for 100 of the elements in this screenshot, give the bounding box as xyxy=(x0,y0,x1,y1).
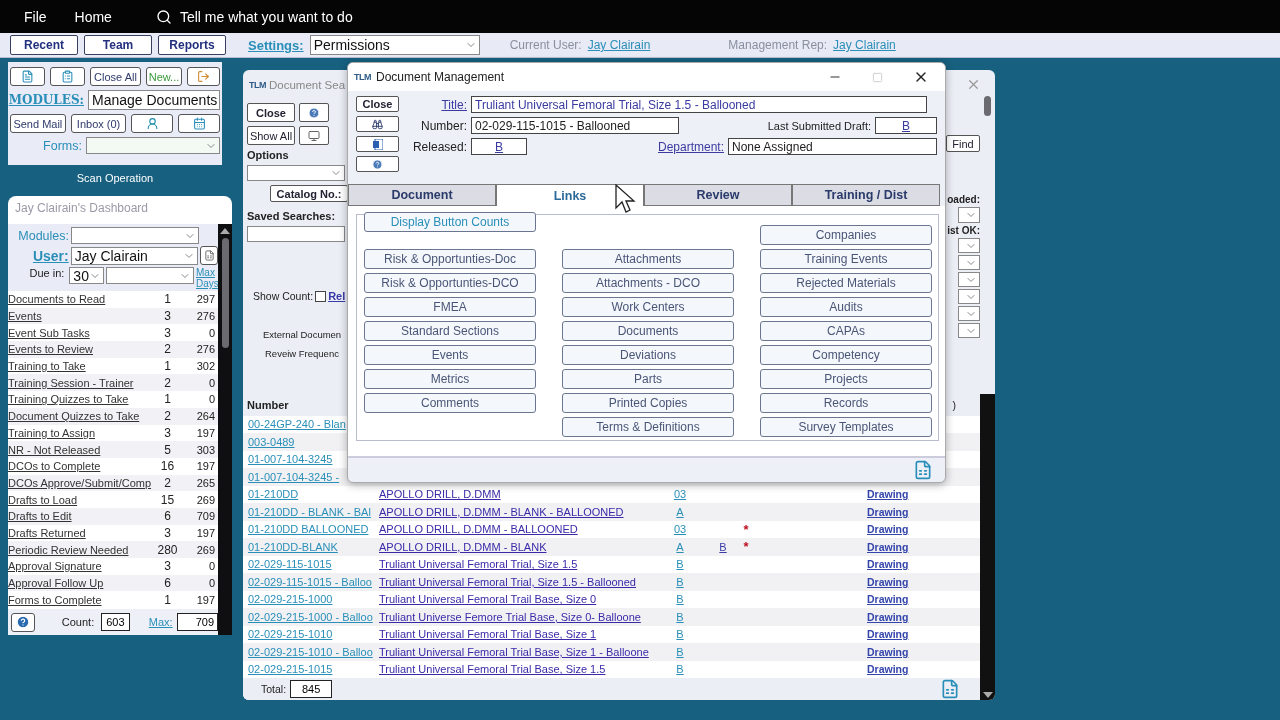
drawing-link[interactable]: Drawing xyxy=(867,663,980,676)
options-select[interactable] xyxy=(247,165,345,182)
dashboard-link[interactable]: Documents to Read xyxy=(8,293,156,306)
filter-select[interactable] xyxy=(958,306,980,322)
link-button[interactable]: Documents xyxy=(562,321,734,341)
revision-link[interactable]: B xyxy=(669,593,691,606)
link-button[interactable]: Attachments xyxy=(562,249,734,269)
saved-search-field[interactable] xyxy=(247,226,345,243)
drawing-link[interactable]: Drawing xyxy=(867,645,980,658)
link-button[interactable]: Risk & Opportunties-DCO xyxy=(364,273,536,293)
scroll-thumb[interactable] xyxy=(984,95,991,116)
title-field[interactable]: Truliant Universal Femoral Trial, Size 1.5 - Ballooned xyxy=(471,96,927,113)
number-link[interactable]: 02-029-215-1010 xyxy=(248,628,379,641)
close-button[interactable]: Close xyxy=(356,96,399,112)
calendar-button[interactable] xyxy=(178,114,220,133)
screen-button[interactable] xyxy=(299,126,329,146)
link-button[interactable]: CAPAs xyxy=(760,321,932,341)
title-link[interactable]: Title: xyxy=(409,97,467,112)
help-button[interactable] xyxy=(299,103,329,123)
filter-select[interactable] xyxy=(958,255,980,271)
link-button[interactable]: FMEA xyxy=(364,297,536,317)
link-button[interactable]: Records xyxy=(760,393,932,413)
drawing-link[interactable]: Drawing xyxy=(867,505,980,518)
show-count-checkbox[interactable] xyxy=(315,290,327,302)
filter-select[interactable] xyxy=(958,323,980,339)
nav-button[interactable]: Team xyxy=(84,35,152,55)
close-all-button[interactable]: Close All xyxy=(90,67,141,86)
dashboard-link[interactable]: Drafts to Edit xyxy=(8,510,156,523)
modules-select[interactable]: Manage Documents xyxy=(88,90,220,110)
dashboard-link[interactable]: Events xyxy=(8,310,156,323)
catalog-column-button[interactable]: Catalog No.: xyxy=(270,185,348,203)
link-button[interactable]: Risk & Opportunties-Doc xyxy=(364,249,536,269)
number-link[interactable]: 01-210DD xyxy=(248,488,379,501)
dashboard-link[interactable]: DCOs Approve/Submit/Comp xyxy=(8,476,156,489)
loaded-select[interactable] xyxy=(958,207,980,224)
drawing-link[interactable]: Drawing xyxy=(867,628,980,641)
tell-me-text[interactable]: Tell me what you want to do xyxy=(179,8,353,25)
link-button[interactable]: Comments xyxy=(364,393,536,413)
link-button[interactable]: Terms & Definitions xyxy=(562,417,734,437)
link-button[interactable]: Deviations xyxy=(562,345,734,365)
inbox-button[interactable]: Inbox (0) xyxy=(70,114,127,133)
drawing-link[interactable]: Drawing xyxy=(867,488,980,501)
scroll-thumb[interactable] xyxy=(221,238,229,348)
due-filter-select[interactable] xyxy=(106,267,194,284)
department-link[interactable]: Department: xyxy=(657,139,724,154)
number-link[interactable]: 01-210DD BALLOONED xyxy=(248,523,379,536)
dashboard-link[interactable]: DCOs to Complete xyxy=(8,460,156,473)
number-column-header[interactable]: Number xyxy=(247,398,289,411)
link-button[interactable]: Companies xyxy=(760,225,932,245)
find-button[interactable]: Find xyxy=(946,135,980,153)
tab[interactable]: Training / Dist xyxy=(792,184,940,206)
dashboard-link[interactable]: Approval Follow Up xyxy=(8,577,156,590)
modules-filter-select[interactable] xyxy=(71,227,199,244)
display-counts-button[interactable]: Display Button Counts xyxy=(364,212,536,232)
last-draft-link[interactable]: B xyxy=(875,117,937,134)
description-link[interactable]: Truliant Universal Femoral Trail Base, Size 0 xyxy=(379,593,669,606)
revision-link[interactable]: B xyxy=(669,628,691,641)
description-link[interactable]: APOLLO DRILL, D.DMM xyxy=(379,488,669,501)
report-icon[interactable] xyxy=(913,460,933,480)
revision-link[interactable]: 03 xyxy=(669,488,691,501)
due-days-select[interactable]: 30 xyxy=(69,267,105,284)
settings-select[interactable]: Permissions xyxy=(309,35,480,55)
filter-select[interactable] xyxy=(958,238,980,254)
report-icon[interactable] xyxy=(940,679,960,699)
scan-operation-text[interactable]: Scan Operation xyxy=(8,172,222,184)
dashboard-link[interactable]: Drafts Returned xyxy=(8,526,156,539)
dashboard-link[interactable]: Forms to Complete xyxy=(8,593,156,606)
nav-button[interactable]: Recent xyxy=(10,35,78,55)
menu-item[interactable]: File xyxy=(24,8,47,25)
send-mail-button[interactable]: Send Mail xyxy=(10,114,66,133)
new-button[interactable]: New... xyxy=(146,67,182,86)
link-button[interactable]: Competency xyxy=(760,345,932,365)
dashboard-link[interactable]: Approval Signature xyxy=(8,560,156,573)
revision-link[interactable]: B xyxy=(669,558,691,571)
link-button[interactable]: Audits xyxy=(760,297,932,317)
link-button[interactable]: Training Events xyxy=(760,249,932,269)
user-button[interactable] xyxy=(131,114,174,133)
released-link[interactable]: B xyxy=(471,138,527,155)
tab[interactable]: Document xyxy=(348,184,496,206)
dashboard-link[interactable]: Training Quizzes to Take xyxy=(8,393,156,406)
description-link[interactable]: Truliant Universe Femore Trial Base, Size 0- Balloone xyxy=(379,610,669,623)
nav-button[interactable]: Reports xyxy=(158,35,226,55)
scrollbar[interactable] xyxy=(218,224,232,635)
forms-select[interactable] xyxy=(86,137,220,154)
checklist-button[interactable] xyxy=(50,67,85,86)
help-button[interactable] xyxy=(356,156,399,172)
menu-item[interactable]: Home xyxy=(74,8,112,25)
link-button[interactable]: Projects xyxy=(760,369,932,389)
number-link[interactable]: 02-029-215-1000 xyxy=(248,593,379,606)
description-link[interactable]: APOLLO DRILL, D.DMM - BALLOONED xyxy=(379,523,669,536)
copy-button[interactable] xyxy=(200,246,218,265)
revision-link[interactable]: B xyxy=(669,663,691,676)
link-button[interactable]: Printed Copies xyxy=(562,393,734,413)
show-all-button[interactable]: Show All xyxy=(247,126,295,146)
dashboard-link[interactable]: Drafts to Load xyxy=(8,493,156,506)
user-select[interactable]: Jay Clairain xyxy=(70,246,199,265)
description-link[interactable]: Truliant Universal Femoral Trial, Size 1.5 - Ballooned xyxy=(379,575,669,588)
link-button[interactable]: Work Centers xyxy=(562,297,734,317)
description-link[interactable]: Truliant Universal Femoral Trial, Size 1.5 xyxy=(379,558,669,571)
word-button[interactable] xyxy=(356,136,399,152)
